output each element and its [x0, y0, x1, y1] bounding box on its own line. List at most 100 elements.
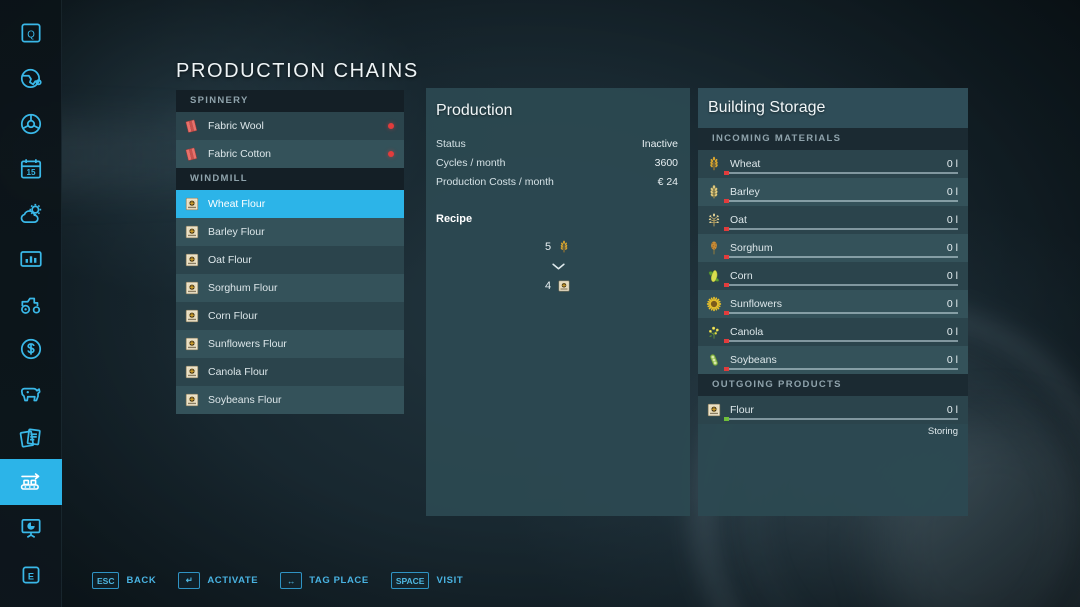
wheat-icon	[557, 240, 571, 254]
stat-value: Inactive	[642, 138, 678, 150]
status-badge	[388, 151, 394, 157]
sidebar-item-weather[interactable]	[0, 191, 62, 237]
sidebar-item-animals[interactable]	[0, 371, 62, 417]
chevron-down-icon	[551, 260, 566, 273]
storage-item-label: Corn	[730, 270, 947, 282]
chain-row[interactable]: Canola Flour	[176, 358, 404, 386]
recipe-heading: Recipe	[426, 213, 690, 225]
storage-fill-indicator	[724, 283, 729, 287]
storage-fill-indicator	[724, 255, 729, 259]
storage-fill-bar	[724, 340, 958, 342]
sidebar-item-contracts[interactable]	[0, 415, 62, 461]
chain-row-label: Sunflowers Flour	[208, 338, 394, 350]
chain-row-label: Corn Flour	[208, 310, 394, 322]
storage-fill-bar	[724, 172, 958, 174]
help-key: ↔	[280, 572, 302, 589]
help-item[interactable]: ↔TAG PLACE	[280, 572, 369, 589]
chain-row[interactable]: Sunflowers Flour	[176, 330, 404, 358]
recipe-output: 4	[545, 276, 571, 295]
chain-row-label: Canola Flour	[208, 366, 394, 378]
status-badge	[388, 123, 394, 129]
sorghum-icon	[706, 240, 722, 256]
finances-icon	[18, 336, 44, 362]
production-stat-row: Cycles / month3600	[436, 153, 678, 172]
flour-bag-icon	[184, 252, 200, 268]
stat-value: € 24	[658, 176, 678, 188]
sidebar-item-steering-wheel[interactable]	[0, 101, 62, 147]
help-key: ↵	[178, 572, 200, 589]
help-label: ACTIVATE	[207, 575, 258, 586]
svg-text:E: E	[28, 571, 34, 581]
sidebar-item-exit[interactable]: E	[0, 552, 62, 598]
incoming-materials-list: Wheat0 lBarley0 lOat0 lSorghum0 lCorn0 l…	[698, 150, 968, 374]
recipe-amount: 5	[545, 241, 551, 253]
storage-fill-bar	[724, 256, 958, 258]
sidebar-item-calendar[interactable]: 15	[0, 146, 62, 192]
sunflower-icon	[706, 296, 722, 312]
storage-item-amount: 0 l	[947, 354, 958, 366]
help-item[interactable]: SPACEVISIT	[391, 572, 463, 589]
animals-icon	[18, 381, 44, 407]
sidebar-item-statistics[interactable]	[0, 236, 62, 282]
help-item[interactable]: ESCBACK	[92, 572, 156, 589]
soybean-icon	[706, 352, 722, 368]
steering-wheel-icon	[18, 111, 44, 137]
storage-fill-indicator	[724, 367, 729, 371]
corn-icon	[706, 268, 722, 284]
flour-bag-icon	[184, 364, 200, 380]
chain-row[interactable]: Fabric Wool	[176, 112, 404, 140]
storage-fill-indicator	[724, 199, 729, 203]
exit-icon: E	[18, 562, 44, 588]
storage-header: Building Storage	[698, 88, 968, 128]
storage-fill-indicator	[724, 339, 729, 343]
chain-row[interactable]: Wheat Flour	[176, 190, 404, 218]
stat-label: Production Costs / month	[436, 176, 554, 188]
chain-row-label: Fabric Wool	[208, 120, 388, 132]
chain-row[interactable]: Oat Flour	[176, 246, 404, 274]
storage-item-label: Sunflowers	[730, 298, 947, 310]
chain-row[interactable]: Soybeans Flour	[176, 386, 404, 414]
storage-panel-title: Building Storage	[708, 99, 825, 117]
recipe-amount: 4	[545, 280, 551, 292]
sidebar-item-quickmenu[interactable]: Q	[0, 10, 62, 56]
storage-item-amount: 0 l	[947, 270, 958, 282]
storage-row: Oat0 l	[698, 206, 968, 234]
flour-bag-icon	[557, 279, 571, 293]
oat-icon	[706, 212, 722, 228]
chain-row-label: Wheat Flour	[208, 198, 394, 210]
sidebar-item-production[interactable]	[0, 459, 62, 505]
chain-row[interactable]: Fabric Cotton	[176, 140, 404, 168]
fabric-roll-icon	[184, 118, 200, 134]
sidebar-item-presentation[interactable]	[0, 505, 62, 551]
fabric-roll-icon	[184, 146, 200, 162]
storage-item-amount: 0 l	[947, 242, 958, 254]
chain-row-label: Barley Flour	[208, 226, 394, 238]
chain-row-label: Fabric Cotton	[208, 148, 388, 160]
production-stats: StatusInactiveCycles / month3600Producti…	[426, 134, 690, 191]
flour-bag-icon	[184, 308, 200, 324]
chain-row[interactable]: Sorghum Flour	[176, 274, 404, 302]
storage-fill-indicator	[724, 311, 729, 315]
storage-item-amount: 0 l	[947, 214, 958, 226]
calendar-icon: 15	[18, 156, 44, 182]
outgoing-products-header: OUTGOING PRODUCTS	[698, 374, 968, 396]
storage-item-amount: 0 l	[947, 326, 958, 338]
storage-fill-bar	[724, 200, 958, 202]
stat-label: Cycles / month	[436, 157, 505, 169]
chain-row[interactable]: Corn Flour	[176, 302, 404, 330]
storage-item-label: Wheat	[730, 158, 947, 170]
quickmenu-icon: Q	[18, 20, 44, 46]
sidebar-item-globe[interactable]	[0, 56, 62, 102]
help-item[interactable]: ↵ ACTIVATE	[178, 572, 258, 589]
chain-row[interactable]: Barley Flour	[176, 218, 404, 246]
production-chain-list[interactable]: SPINNERYFabric WoolFabric CottonWINDMILL…	[176, 90, 404, 414]
chain-row-label: Sorghum Flour	[208, 282, 394, 294]
storage-row: Canola0 l	[698, 318, 968, 346]
storage-item-label: Oat	[730, 214, 947, 226]
sidebar-item-tractor[interactable]	[0, 282, 62, 328]
statistics-icon	[18, 246, 44, 272]
barley-icon	[706, 184, 722, 200]
help-key: SPACE	[391, 572, 430, 589]
sidebar-item-finances[interactable]	[0, 326, 62, 372]
flour-bag-icon	[184, 336, 200, 352]
